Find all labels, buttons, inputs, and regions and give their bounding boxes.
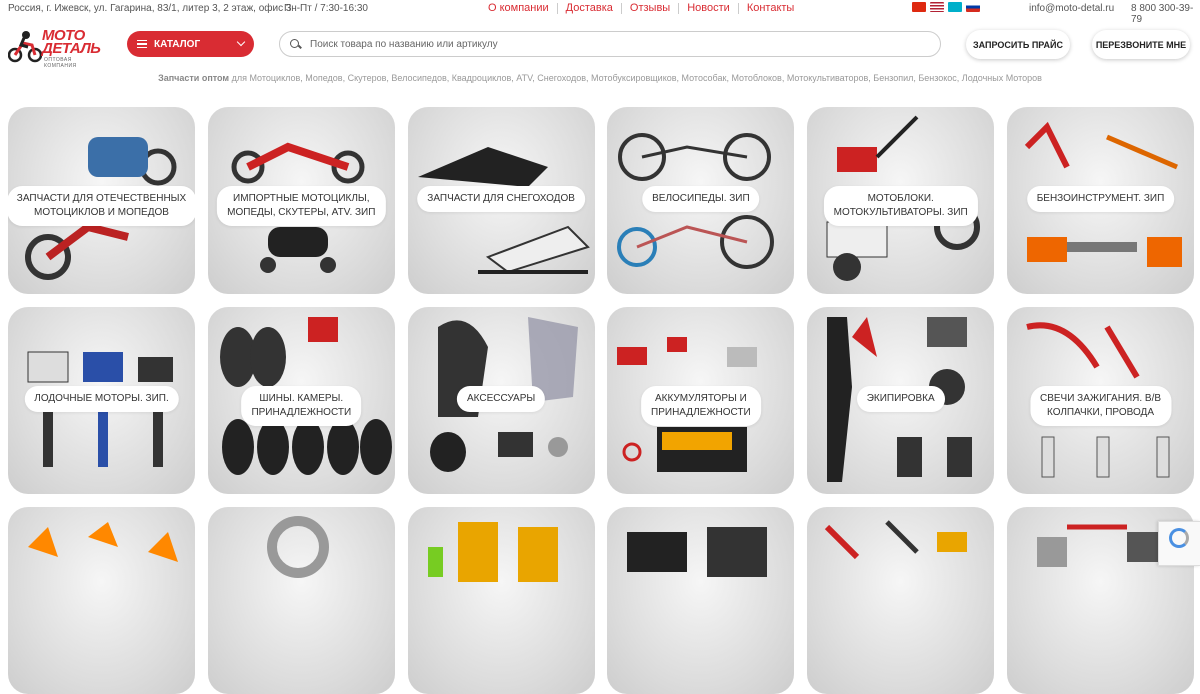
- nav-link-delivery[interactable]: Доставка: [558, 3, 622, 14]
- category-card[interactable]: ИМПОРТНЫЕ МОТОЦИКЛЫ, МОПЕДЫ, СКУТЕРЫ, ATV…: [207, 107, 395, 294]
- search-icon[interactable]: [290, 38, 301, 50]
- category-card[interactable]: ЭКИПИРОВКА: [807, 307, 995, 494]
- category-card[interactable]: АККУМУЛЯТОРЫ И ПРИНАДЛЕЖНОСТИ: [607, 307, 795, 494]
- turn-signal-icon: [28, 522, 178, 562]
- category-card[interactable]: МОТОБЛОКИ. МОТОКУЛЬТИВАТОРЫ. ЗИП: [807, 107, 995, 294]
- category-card[interactable]: СВЕЧИ ЗАЖИГАНИЯ. В/В КОЛПАЧКИ, ПРОВОДА: [1007, 307, 1194, 494]
- recaptcha-badge[interactable]: [1158, 521, 1200, 566]
- china-flag-icon[interactable]: [912, 2, 926, 12]
- category-card[interactable]: ВЕЛОСИПЕДЫ. ЗИП: [607, 107, 795, 294]
- menu-icon: [137, 40, 147, 48]
- category-card[interactable]: АКСЕССУАРЫ: [407, 307, 595, 494]
- top-nav: О компании Доставка Отзывы Новости Конта…: [480, 3, 802, 14]
- search-input[interactable]: [310, 38, 910, 50]
- nav-link-news[interactable]: Новости: [679, 3, 739, 14]
- nav-link-reviews[interactable]: Отзывы: [622, 3, 680, 14]
- category-label: БЕНЗОИНСТРУМЕНТ. ЗИП: [1026, 186, 1175, 212]
- category-label: АККУМУЛЯТОРЫ И ПРИНАДЛЕЖНОСТИ: [641, 386, 761, 426]
- tagline: Запчасти оптом для Мотоциклов, Мопедов, …: [158, 73, 1042, 83]
- category-label: СВЕЧИ ЗАЖИГАНИЯ. В/В КОЛПАЧКИ, ПРОВОДА: [1029, 386, 1172, 426]
- bearing-icon: [266, 516, 329, 578]
- search-bar: [279, 31, 941, 57]
- tools-icon: [825, 520, 968, 560]
- address-text: Россия, г. Ижевск, ул. Гагарина, 83/1, л…: [8, 3, 292, 14]
- engine-icon: [627, 527, 768, 577]
- request-price-button[interactable]: ЗАПРОСИТЬ ПРАЙС: [966, 30, 1070, 59]
- category-card[interactable]: ЗАПЧАСТИ ДЛЯ СНЕГОХОДОВ: [407, 107, 595, 294]
- category-label: ВЕЛОСИПЕДЫ. ЗИП: [642, 186, 760, 212]
- call-me-button[interactable]: ПЕРЕЗВОНИТЕ МНЕ: [1092, 30, 1190, 59]
- usa-flag-icon[interactable]: [930, 2, 944, 12]
- russia-flag-icon[interactable]: [966, 2, 980, 12]
- phone-link[interactable]: 8 800 300-39-79: [1131, 3, 1200, 25]
- category-label: ШИНЫ. КАМЕРЫ. ПРИНАДЛЕЖНОСТИ: [241, 386, 362, 426]
- motorcycle-logo-icon: [8, 31, 42, 63]
- category-card[interactable]: [8, 507, 195, 694]
- chevron-down-icon: [236, 37, 246, 47]
- category-card[interactable]: БЕНЗОИНСТРУМЕНТ. ЗИП: [1007, 107, 1194, 294]
- top-info-bar: Россия, г. Ижевск, ул. Гагарина, 83/1, л…: [0, 0, 1200, 25]
- site-logo[interactable]: МОТО ДЕТАЛЬ ОПТОВАЯ КОМПАНИЯ: [8, 25, 104, 69]
- category-label: ИМПОРТНЫЕ МОТОЦИКЛЫ, МОПЕДЫ, СКУТЕРЫ, ATV…: [217, 186, 386, 226]
- category-label: ЗАПЧАСТИ ДЛЯ ОТЕЧЕСТВЕННЫХ МОТОЦИКЛОВ И М…: [8, 186, 195, 226]
- category-card[interactable]: [807, 507, 995, 694]
- category-label: ЛОДОЧНЫЕ МОТОРЫ. ЗИП.: [24, 386, 179, 412]
- catalog-button[interactable]: КАТАЛОГ: [127, 31, 254, 57]
- kazakhstan-flag-icon[interactable]: [948, 2, 962, 12]
- category-card[interactable]: [407, 507, 595, 694]
- recaptcha-icon: [1169, 528, 1189, 548]
- category-label: ЗАПЧАСТИ ДЛЯ СНЕГОХОДОВ: [417, 186, 585, 212]
- category-card[interactable]: [207, 507, 395, 694]
- language-flags: [912, 2, 980, 12]
- category-card[interactable]: ШИНЫ. КАМЕРЫ. ПРИНАДЛЕЖНОСТИ: [207, 307, 395, 494]
- nav-link-about[interactable]: О компании: [480, 3, 558, 14]
- category-label: МОТОБЛОКИ. МОТОКУЛЬТИВАТОРЫ. ЗИП: [823, 186, 978, 226]
- nav-link-contacts[interactable]: Контакты: [739, 3, 803, 14]
- category-card[interactable]: ЛОДОЧНЫЕ МОТОРЫ. ЗИП.: [8, 307, 195, 494]
- category-label: ЭКИПИРОВКА: [856, 386, 945, 412]
- email-link[interactable]: info@moto-detal.ru: [1029, 3, 1114, 14]
- category-card[interactable]: ЗАПЧАСТИ ДЛЯ ОТЕЧЕСТВЕННЫХ МОТОЦИКЛОВ И М…: [8, 107, 195, 294]
- catalog-label: КАТАЛОГ: [154, 38, 201, 50]
- category-label: АКСЕССУАРЫ: [456, 386, 546, 412]
- oil-canister-icon: [427, 522, 558, 582]
- category-card[interactable]: [607, 507, 795, 694]
- working-hours: Пн-Пт / 7:30-16:30: [284, 3, 368, 14]
